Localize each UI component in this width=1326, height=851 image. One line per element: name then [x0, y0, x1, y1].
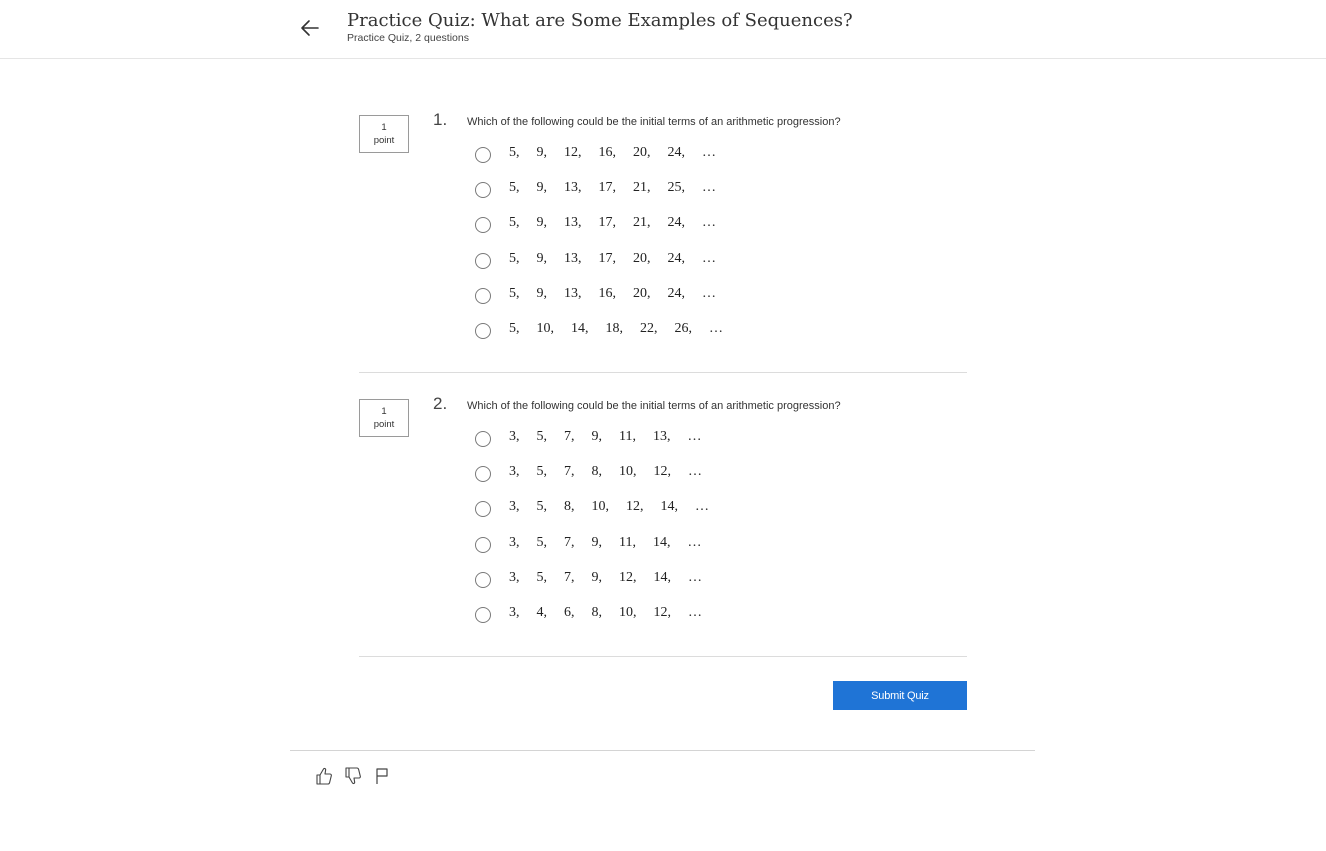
page-subtitle: Practice Quiz, 2 questions — [347, 32, 469, 44]
option-label: 3, 4, 6, 8, 10, 12, … — [509, 604, 702, 620]
answer-option[interactable]: 5, 9, 12, 16, 20, 24, … — [475, 144, 723, 179]
points-unit: point — [373, 419, 395, 430]
answer-option[interactable]: 5, 9, 13, 17, 21, 25, … — [475, 179, 723, 214]
option-label: 5, 9, 12, 16, 20, 24, … — [509, 145, 716, 160]
points-unit: point — [373, 135, 395, 146]
points-badge: 1 point — [359, 399, 409, 437]
feedback-toolbar — [314, 766, 392, 786]
thumbs-down-icon[interactable] — [343, 766, 363, 786]
radio-button[interactable] — [475, 606, 491, 623]
answer-option[interactable]: 5, 10, 14, 18, 22, 26, … — [475, 320, 723, 355]
page-header: Practice Quiz: What are Some Examples of… — [0, 0, 1326, 59]
page-title: Practice Quiz: What are Some Examples of… — [347, 10, 853, 31]
radio-button[interactable] — [475, 252, 491, 269]
answer-option[interactable]: 5, 9, 13, 16, 20, 24, … — [475, 285, 723, 320]
option-label: 3, 5, 7, 9, 11, 13, … — [509, 429, 702, 444]
option-label: 5, 9, 13, 17, 21, 24, … — [509, 215, 716, 231]
radio-button[interactable] — [475, 182, 491, 199]
submit-quiz-button[interactable]: Submit Quiz — [833, 681, 967, 710]
question-number: 1. — [433, 110, 448, 129]
radio-button[interactable] — [475, 536, 491, 553]
points-value: 1 — [381, 406, 387, 417]
answer-option[interactable]: 3, 5, 7, 9, 12, 14, … — [475, 569, 709, 604]
option-label: 5, 9, 13, 17, 20, 24, … — [509, 250, 716, 266]
points-badge: 1 point — [359, 115, 409, 153]
option-label: 3, 5, 7, 8, 10, 12, … — [509, 464, 702, 480]
option-label: 3, 5, 8, 10, 12, 14, … — [509, 499, 709, 515]
question-1: 1 point 1. Which of the following could … — [359, 108, 967, 373]
answer-option[interactable]: 3, 5, 8, 10, 12, 14, … — [475, 498, 709, 533]
points-value: 1 — [381, 122, 387, 133]
question-text: Which of the following could be the init… — [467, 116, 841, 128]
answer-options: 3, 5, 7, 9, 11, 13, … 3, 5, 7, 8, 10, 12… — [475, 428, 709, 639]
radio-button[interactable] — [475, 431, 491, 447]
question-number: 2. — [433, 394, 448, 413]
answer-option[interactable]: 3, 5, 7, 9, 11, 14, … — [475, 534, 709, 569]
option-label: 5, 9, 13, 16, 20, 24, … — [509, 285, 716, 301]
radio-button[interactable] — [475, 322, 491, 339]
thumbs-up-icon[interactable] — [314, 766, 334, 786]
footer-divider — [290, 750, 1035, 751]
radio-button[interactable] — [475, 147, 491, 163]
radio-button[interactable] — [475, 466, 491, 483]
option-label: 5, 10, 14, 18, 22, 26, … — [509, 320, 723, 336]
radio-button[interactable] — [475, 217, 491, 234]
answer-options: 5, 9, 12, 16, 20, 24, … 5, 9, 13, 17, 21… — [475, 144, 723, 355]
radio-button[interactable] — [475, 287, 491, 304]
radio-button[interactable] — [475, 571, 491, 588]
answer-option[interactable]: 3, 5, 7, 8, 10, 12, … — [475, 463, 709, 498]
answer-option[interactable]: 5, 9, 13, 17, 20, 24, … — [475, 250, 723, 285]
option-label: 3, 5, 7, 9, 12, 14, … — [509, 569, 702, 585]
question-2: 1 point 2. Which of the following could … — [359, 392, 967, 657]
question-text: Which of the following could be the init… — [467, 400, 841, 412]
option-label: 5, 9, 13, 17, 21, 25, … — [509, 180, 716, 196]
answer-option[interactable]: 5, 9, 13, 17, 21, 24, … — [475, 214, 723, 249]
answer-option[interactable]: 3, 4, 6, 8, 10, 12, … — [475, 604, 709, 639]
radio-button[interactable] — [475, 501, 491, 518]
answer-option[interactable]: 3, 5, 7, 9, 11, 13, … — [475, 428, 709, 463]
flag-icon[interactable] — [372, 766, 392, 786]
option-label: 3, 5, 7, 9, 11, 14, … — [509, 534, 702, 550]
arrow-left-icon[interactable] — [298, 16, 322, 40]
